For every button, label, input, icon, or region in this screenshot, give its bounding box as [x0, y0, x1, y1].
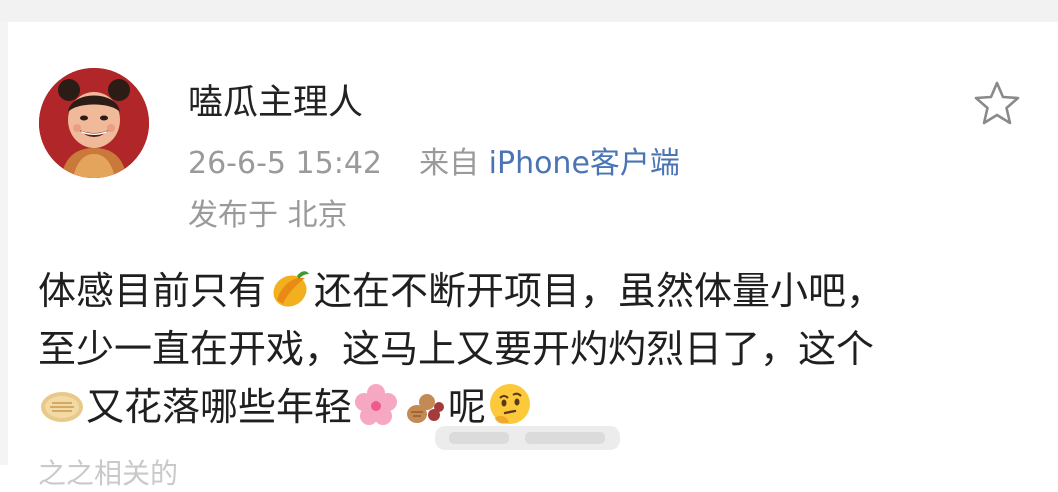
faded-next-line: 之之相关的: [38, 457, 179, 490]
author-avatar[interactable]: [39, 68, 149, 178]
author-name[interactable]: 嗑瓜主理人: [188, 74, 363, 125]
left-edge: [0, 22, 8, 465]
top-separator: [0, 0, 1058, 22]
body-line: 至少一直在开戏，这马上又要开灼灼烈日了，这个: [38, 327, 875, 371]
body-text-segment: 体感目前只有: [38, 269, 267, 313]
source-client-link[interactable]: iPhone客户端: [489, 146, 680, 181]
body-text-segment: 还在不断开项目，虽然体量小吧，: [314, 269, 885, 313]
flatbread-icon: [39, 382, 85, 428]
star-outline-icon[interactable]: [973, 80, 1021, 126]
post-timestamp: 26-6-5 15:42: [188, 146, 382, 181]
post-body: 体感目前只有 还在不断开项目，虽然体量小吧， 至少一直在开戏，这马上又要开灼灼烈…: [38, 262, 1048, 436]
post-meta: 26-6-5 15:42 来自 iPhone客户端: [188, 138, 680, 182]
body-text-segment: 又花落哪些年轻: [86, 385, 353, 429]
source-prefix: 来自: [419, 146, 480, 181]
mango-icon: [267, 266, 313, 312]
blurred-watermark: [435, 420, 620, 456]
cherry-blossom-icon: [353, 382, 399, 428]
post-location: 发布于 北京: [188, 198, 348, 233]
body-line: 体感目前只有 还在不断开项目，虽然体量小吧，: [38, 262, 1048, 320]
